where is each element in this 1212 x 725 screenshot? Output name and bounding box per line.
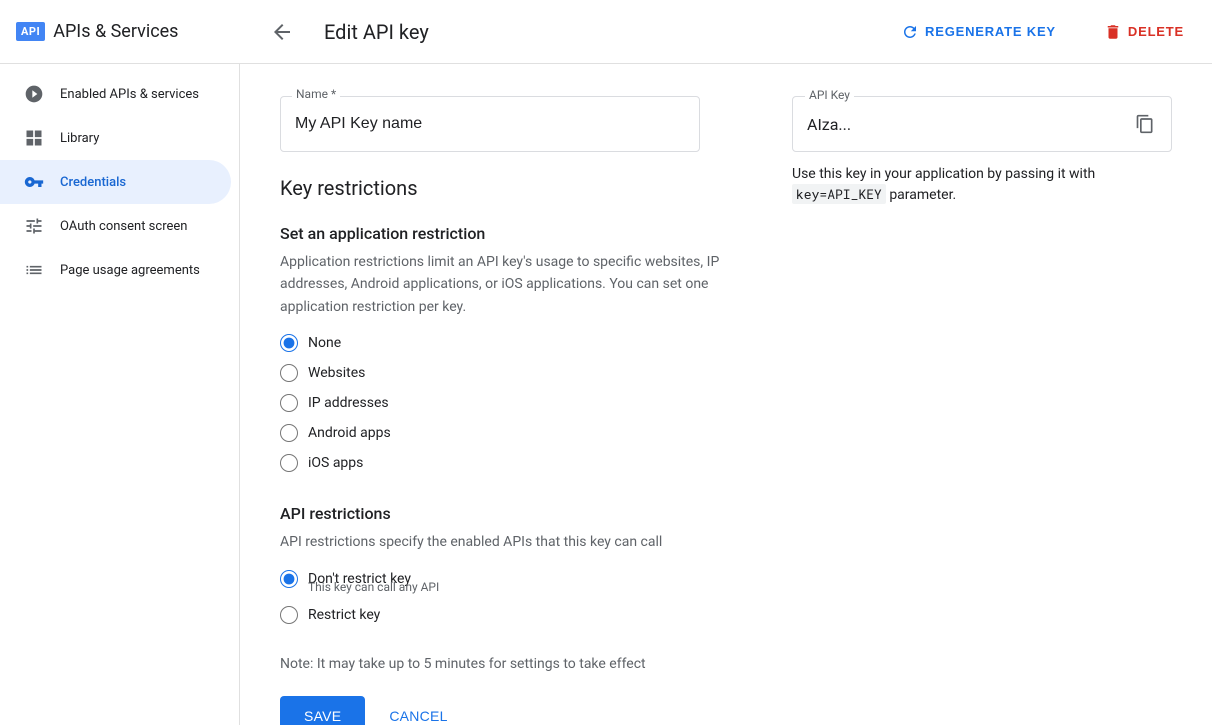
note-text: Note: It may take up to 5 minutes for se… <box>280 656 752 672</box>
name-field-group: Name * <box>280 96 752 152</box>
regenerate-key-button[interactable]: REGENERATE KEY <box>889 15 1068 49</box>
radio-restrict-input[interactable] <box>280 606 298 624</box>
sidebar-item-label: Page usage agreements <box>60 263 200 278</box>
api-key-container: API Key AIza... Use this key in your app… <box>792 96 1172 206</box>
section-title: Key restrictions <box>280 176 752 200</box>
radio-none-label: None <box>308 335 341 351</box>
radio-android-label: Android apps <box>308 425 391 441</box>
radio-android[interactable]: Android apps <box>280 424 752 442</box>
app-restriction-desc: Application restrictions limit an API ke… <box>280 251 752 318</box>
radio-ip[interactable]: IP addresses <box>280 394 752 412</box>
app-restriction-block: Set an application restriction Applicati… <box>280 224 752 472</box>
sidebar-item-credentials[interactable]: Credentials <box>0 160 231 204</box>
sidebar: Enabled APIs & services Library Credenti… <box>0 64 240 725</box>
api-key-hint: Use this key in your application by pass… <box>792 164 1172 206</box>
copy-api-key-button[interactable] <box>1127 106 1163 142</box>
radio-ip-label: IP addresses <box>308 395 389 411</box>
radio-restrict-label: Restrict key <box>308 607 380 623</box>
api-key-field: API Key AIza... <box>792 96 1172 152</box>
header-actions: REGENERATE KEY DELETE <box>889 15 1196 49</box>
sidebar-item-enabled-apis[interactable]: Enabled APIs & services <box>0 72 231 116</box>
app-restriction-title: Set an application restriction <box>280 224 752 243</box>
key-icon <box>24 172 44 192</box>
app-restriction-radio-group: None Websites IP addresses <box>280 334 752 472</box>
radio-none[interactable]: None <box>280 334 752 352</box>
sidebar-item-label: Library <box>60 131 99 146</box>
radio-dont-restrict-input[interactable] <box>280 570 298 588</box>
grid-icon <box>24 128 44 148</box>
api-key-label: API Key <box>805 88 854 102</box>
top-header: API APIs & Services Edit API key REGENER… <box>0 0 1212 64</box>
api-radio-dont-restrict-wrapper: Don't restrict key This key can call any… <box>280 570 752 594</box>
two-column-layout: Name * Key restrictions Set an applicati… <box>280 96 1172 725</box>
radio-websites-input[interactable] <box>280 364 298 382</box>
api-key-value: AIza... <box>807 115 1123 134</box>
api-restriction-radio-group: Don't restrict key This key can call any… <box>280 570 752 624</box>
sidebar-item-label: Enabled APIs & services <box>60 87 199 102</box>
radio-android-input[interactable] <box>280 424 298 442</box>
save-button[interactable]: SAVE <box>280 696 365 725</box>
tune-icon <box>24 216 44 236</box>
radio-ios[interactable]: iOS apps <box>280 454 752 472</box>
radio-ios-label: iOS apps <box>308 455 363 471</box>
delete-label: DELETE <box>1128 24 1184 39</box>
api-logo: API <box>16 22 45 41</box>
name-input[interactable] <box>280 96 700 152</box>
api-restriction-desc: API restrictions specify the enabled API… <box>280 531 752 553</box>
name-text-field: Name * <box>280 96 700 152</box>
delete-button[interactable]: DELETE <box>1092 15 1196 49</box>
back-button[interactable] <box>264 14 300 50</box>
main-layout: Enabled APIs & services Library Credenti… <box>0 64 1212 725</box>
sidebar-item-label: Credentials <box>60 175 126 190</box>
api-restriction-block: API restrictions API restrictions specif… <box>280 504 752 623</box>
page-header: Edit API key REGENERATE KEY DELETE <box>256 14 1196 50</box>
sidebar-item-page-usage[interactable]: Page usage agreements <box>0 248 231 292</box>
radio-websites[interactable]: Websites <box>280 364 752 382</box>
regenerate-label: REGENERATE KEY <box>925 24 1056 39</box>
service-title: APIs & Services <box>53 21 178 42</box>
radio-dont-restrict-sublabel: This key can call any API <box>308 580 752 594</box>
cancel-button[interactable]: CANCEL <box>381 696 455 725</box>
gear-icon <box>24 84 44 104</box>
page-title: Edit API key <box>324 20 429 44</box>
left-column: Name * Key restrictions Set an applicati… <box>280 96 752 725</box>
sidebar-item-oauth[interactable]: OAuth consent screen <box>0 204 231 248</box>
key-restrictions-section: Key restrictions Set an application rest… <box>280 176 752 725</box>
name-label: Name * <box>292 87 340 101</box>
list-icon <box>24 260 44 280</box>
sidebar-item-library[interactable]: Library <box>0 116 231 160</box>
logo-area: API APIs & Services <box>16 21 256 42</box>
sidebar-item-label: OAuth consent screen <box>60 219 187 234</box>
radio-restrict[interactable]: Restrict key <box>280 606 752 624</box>
right-column: API Key AIza... Use this key in your app… <box>792 96 1172 725</box>
radio-ios-input[interactable] <box>280 454 298 472</box>
radio-none-input[interactable] <box>280 334 298 352</box>
content-area: Name * Key restrictions Set an applicati… <box>240 64 1212 725</box>
radio-ip-input[interactable] <box>280 394 298 412</box>
radio-websites-label: Websites <box>308 365 365 381</box>
api-restriction-title: API restrictions <box>280 504 752 523</box>
action-buttons: SAVE CANCEL <box>280 696 752 725</box>
